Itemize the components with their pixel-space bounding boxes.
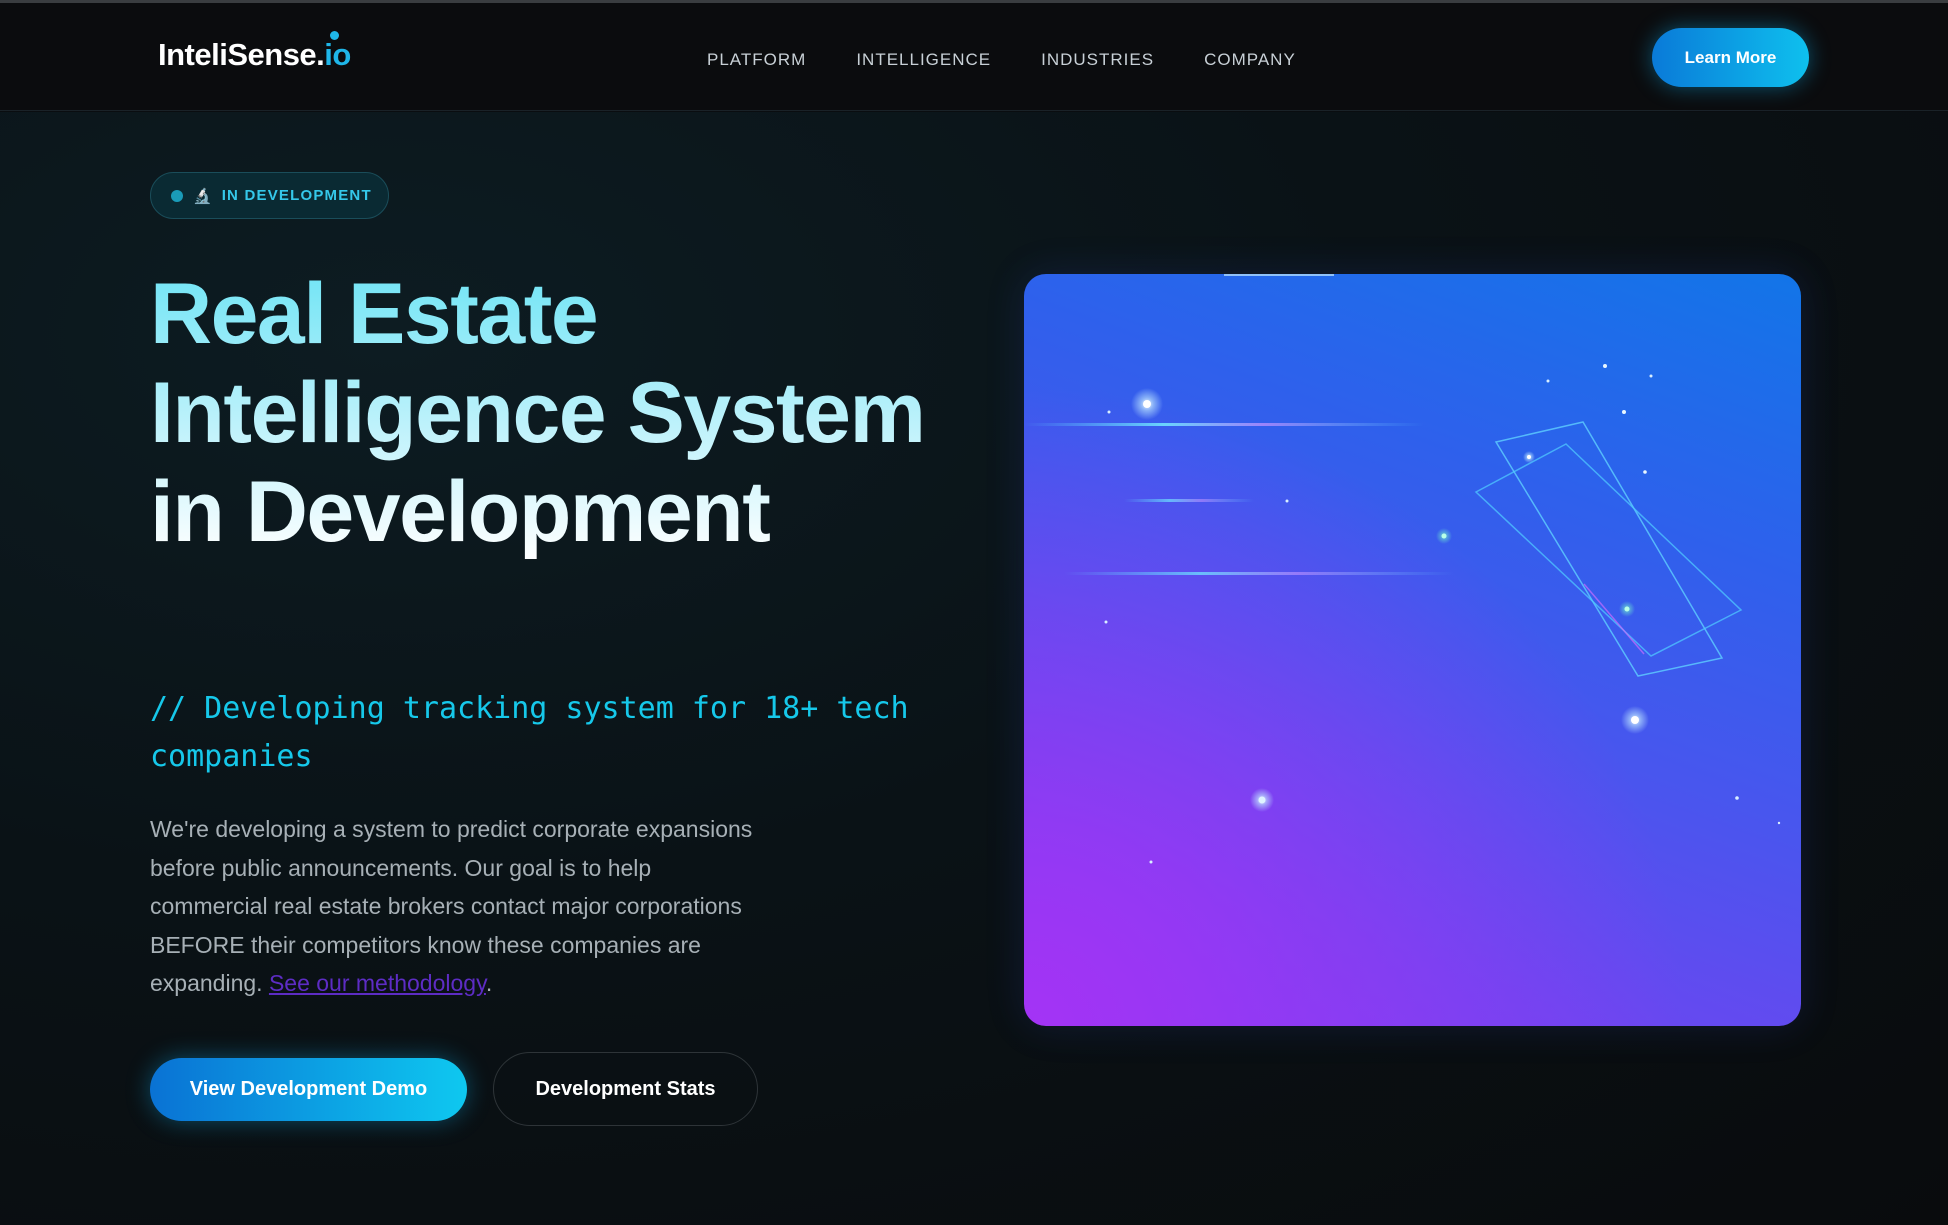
- development-stats-button[interactable]: Development Stats: [493, 1052, 758, 1126]
- navbar: InteliSense. io PLATFORM INTELLIGENCE IND…: [0, 3, 1948, 111]
- hero-visual: [1024, 274, 1801, 1026]
- particle: [1624, 606, 1630, 612]
- logo-main-text: InteliSense.: [158, 37, 325, 72]
- hero-description-text: We're developing a system to predict cor…: [150, 816, 753, 996]
- particle: [1441, 533, 1447, 539]
- hero-visual-graphic: [1024, 274, 1781, 864]
- particle: [1622, 410, 1626, 414]
- particle: [1143, 400, 1151, 408]
- particle: [1777, 821, 1781, 825]
- logo[interactable]: InteliSense. io: [158, 31, 351, 73]
- hero-description: We're developing a system to predict cor…: [150, 810, 770, 1003]
- particle: [1649, 374, 1653, 378]
- hero-title: Real Estate Intelligence System in Devel…: [150, 265, 930, 562]
- hero-subtitle: // Developing tracking system for 18+ te…: [150, 691, 909, 774]
- logo-io: io: [324, 31, 351, 72]
- hero-description-suffix: .: [485, 970, 493, 996]
- nav-links: PLATFORM INTELLIGENCE INDUSTRIES COMPANY: [707, 50, 1296, 70]
- status-dot-icon: [171, 189, 183, 202]
- light-streak-3: [1064, 572, 1454, 575]
- particle: [1107, 410, 1111, 414]
- particle: [1527, 455, 1531, 459]
- microscope-icon: 🔬: [193, 187, 212, 205]
- light-streak-1: [1024, 423, 1424, 426]
- light-streak-2: [1124, 499, 1254, 502]
- status-badge: 🔬 IN DEVELOPMENT: [150, 172, 389, 219]
- nav-link-platform[interactable]: PLATFORM: [707, 50, 806, 70]
- methodology-link[interactable]: See our methodology: [269, 970, 486, 996]
- particle: [1285, 499, 1289, 503]
- view-demo-button[interactable]: View Development Demo: [150, 1058, 467, 1121]
- card-accent-line: [1583, 583, 1645, 655]
- learn-more-button[interactable]: Learn More: [1652, 28, 1809, 87]
- particle: [1149, 860, 1153, 864]
- top-light-streak: [1224, 274, 1334, 276]
- particle: [1546, 379, 1550, 383]
- particle: [1104, 620, 1108, 624]
- logo-io-text: io: [324, 37, 351, 72]
- particle: [1643, 470, 1647, 474]
- nav-link-intelligence[interactable]: INTELLIGENCE: [856, 50, 991, 70]
- nav-link-industries[interactable]: INDUSTRIES: [1041, 50, 1154, 70]
- particle: [1735, 796, 1739, 800]
- particle: [1258, 796, 1266, 804]
- nav-link-company[interactable]: COMPANY: [1204, 50, 1296, 70]
- particle: [1603, 364, 1607, 368]
- particle: [1631, 716, 1639, 724]
- badge-label: IN DEVELOPMENT: [221, 187, 372, 204]
